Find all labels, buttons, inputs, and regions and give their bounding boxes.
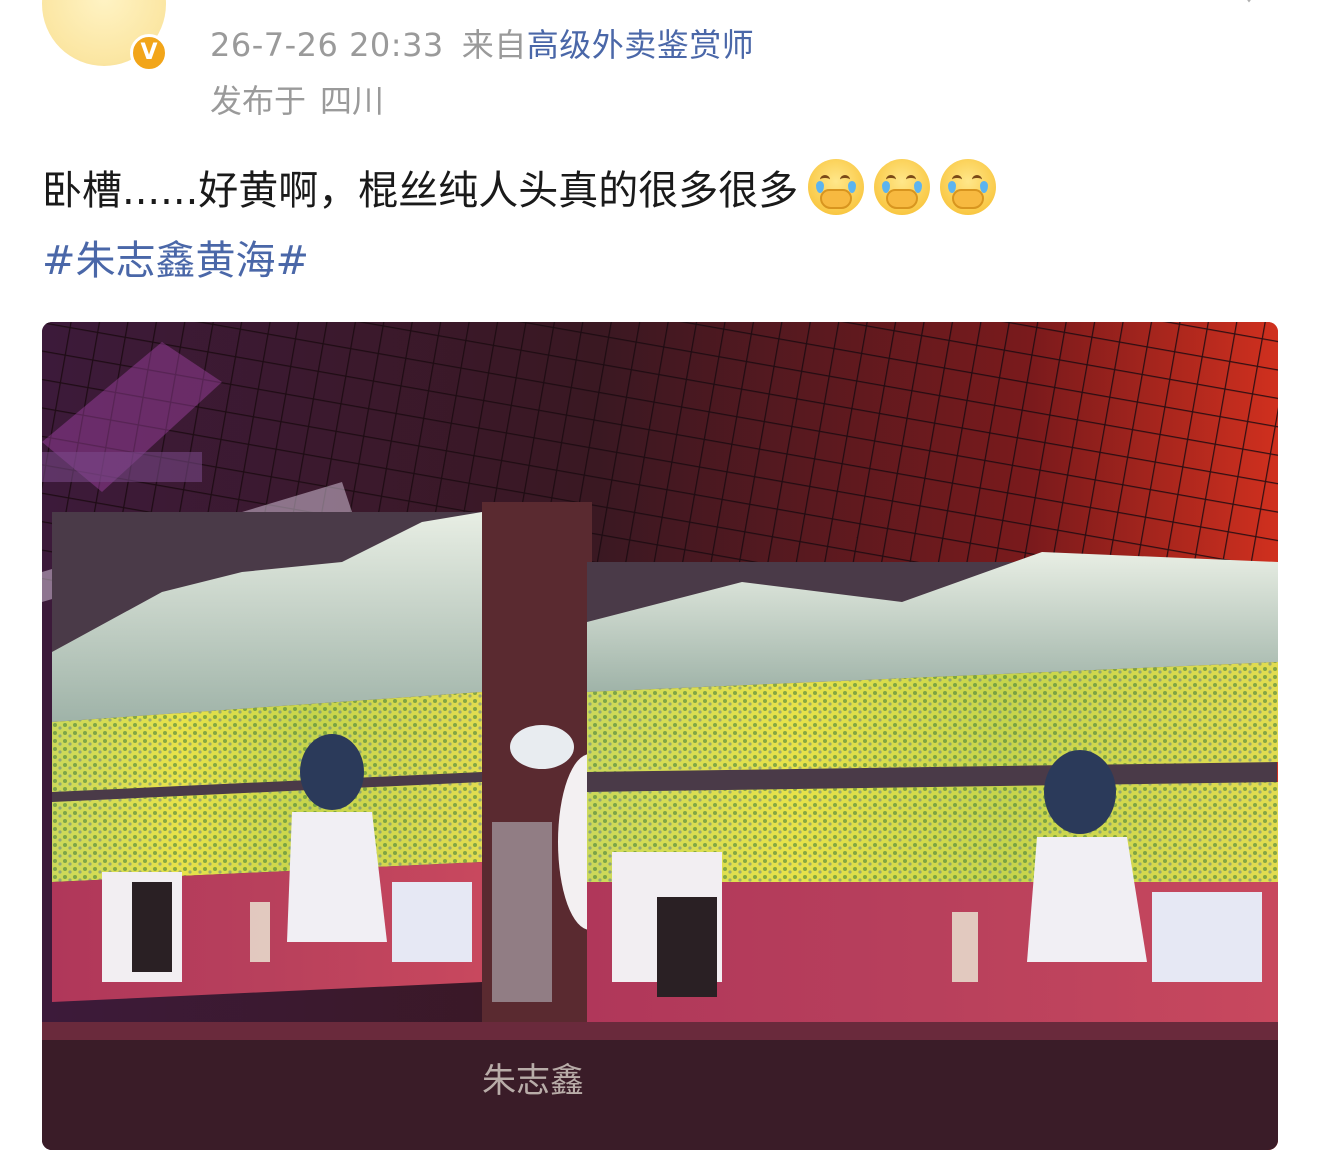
source-app-link[interactable]: 高级外卖鉴赏师 xyxy=(527,26,755,64)
post-timestamp: 26-7-26 20:33 xyxy=(210,26,444,64)
location-value: 四川 xyxy=(320,82,385,120)
post-meta: 26-7-26 20:33 来自高级外卖鉴赏师 xyxy=(210,20,754,66)
favorite-star-icon[interactable] xyxy=(1234,0,1264,6)
cry-covering-mouth-emoji xyxy=(940,159,997,215)
post-location: 发布于 四川 xyxy=(210,76,384,122)
stage-watermark: 朱志鑫 xyxy=(482,1061,584,1101)
post-text: 卧槽......好黄啊，棍丝纯人头真的很多很多 xyxy=(42,168,799,214)
cry-covering-mouth-emoji xyxy=(874,159,931,215)
location-label: 发布于 xyxy=(210,82,307,120)
verified-badge-icon: V xyxy=(130,34,168,72)
post-body: 卧槽......好黄啊，棍丝纯人头真的很多很多 xyxy=(42,158,997,216)
post-image[interactable]: 朱志鑫 xyxy=(42,322,1278,1150)
concert-stage-photo: 朱志鑫 xyxy=(42,322,1278,1150)
cry-covering-mouth-emoji xyxy=(808,159,865,215)
hashtag-link[interactable]: #朱志鑫黄海# xyxy=(42,228,309,286)
from-label: 来自 xyxy=(461,26,527,64)
